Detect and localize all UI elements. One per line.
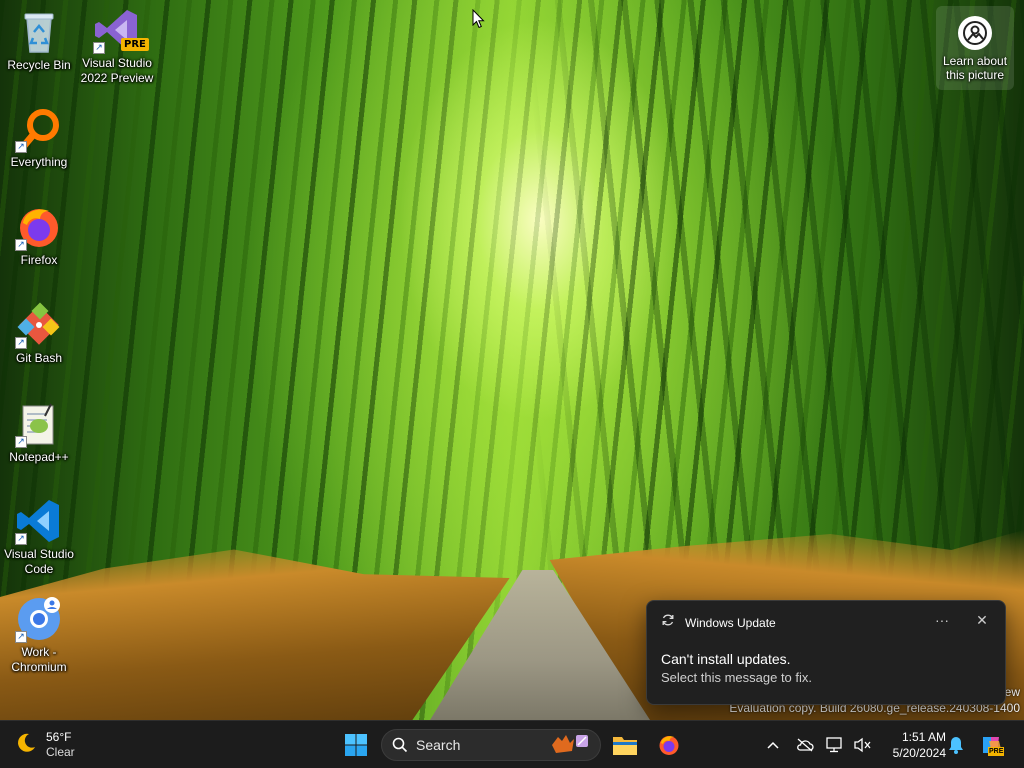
desktop-icon-notepad-plus-plus[interactable]: ↗ Notepad++ xyxy=(1,400,77,465)
clock-time: 1:51 AM xyxy=(901,730,946,744)
learn-about-this-picture[interactable]: Learn about this picture xyxy=(936,6,1014,90)
firefox-icon: ↗ xyxy=(15,203,63,251)
notifications-button[interactable] xyxy=(943,731,969,759)
cloud-offline-icon xyxy=(797,738,814,752)
shortcut-arrow-icon: ↗ xyxy=(93,42,105,54)
desktop-icon-recycle-bin[interactable]: Recycle Bin xyxy=(1,8,77,73)
copilot-preview-badge: PRE xyxy=(988,747,1005,756)
chromium-profile-icon: ↗ xyxy=(15,595,63,643)
bell-icon xyxy=(949,737,963,754)
preview-badge: PRE xyxy=(121,38,149,51)
speaker-muted-icon xyxy=(854,737,871,753)
start-button[interactable] xyxy=(336,725,376,765)
desktop-icon-git-bash[interactable]: ↗ Git Bash xyxy=(1,301,77,366)
folder-icon xyxy=(613,737,637,755)
shortcut-arrow-icon: ↗ xyxy=(15,141,27,153)
search-highlight-icon xyxy=(548,731,592,760)
copilot-button[interactable]: PRE xyxy=(976,731,1008,759)
notepad-plus-plus-icon: ↗ xyxy=(15,400,63,448)
close-notification-button[interactable]: ✕ xyxy=(971,609,993,631)
moon-icon xyxy=(14,731,38,760)
notification-title: Can't install updates. xyxy=(661,651,791,667)
git-bash-icon: ↗ xyxy=(15,301,63,349)
notification-body: Select this message to fix. xyxy=(661,670,813,685)
desktop-icon-everything[interactable]: ↗ Everything xyxy=(1,105,77,170)
firefox-taskbar-button[interactable] xyxy=(649,725,689,765)
windows-logo-icon xyxy=(345,734,367,756)
taskbar: 56°F Clear Search 1:51 AM 5/20/2024 PRE xyxy=(0,720,1024,768)
shortcut-arrow-icon: ↗ xyxy=(15,337,27,349)
taskbar-search-box[interactable]: Search xyxy=(381,729,601,761)
visual-studio-preview-icon: PRE ↗ xyxy=(93,6,149,54)
onedrive-button[interactable] xyxy=(792,731,818,759)
vscode-icon: ↗ xyxy=(15,497,63,545)
clock-date: 5/20/2024 xyxy=(892,746,946,760)
volume-button[interactable] xyxy=(850,731,876,759)
weather-widget[interactable]: 56°F Clear xyxy=(14,727,75,763)
network-ethernet-icon xyxy=(826,737,842,753)
desktop-icon-visual-studio-2022-preview[interactable]: PRE ↗ Visual Studio 2022 Preview xyxy=(79,6,155,86)
camera-icon xyxy=(958,16,992,50)
search-placeholder: Search xyxy=(416,737,461,753)
recycle-bin-icon xyxy=(15,8,63,56)
everything-search-icon: ↗ xyxy=(15,105,63,153)
chevron-up-icon xyxy=(767,741,779,749)
notification-app-name: Windows Update xyxy=(685,615,776,630)
desktop-icon-work-chromium[interactable]: ↗ Work - Chromium xyxy=(1,595,77,675)
firefox-icon xyxy=(659,736,679,755)
search-icon xyxy=(392,737,408,753)
weather-temperature: 56°F xyxy=(46,730,72,744)
windows-update-notification[interactable]: Windows Update ··· ✕ Can't install updat… xyxy=(646,600,1006,705)
mouse-cursor-icon xyxy=(472,9,485,29)
show-hidden-icons-button[interactable] xyxy=(760,731,786,759)
shortcut-arrow-icon: ↗ xyxy=(15,533,27,545)
evaluation-watermark-line1: ew xyxy=(1004,685,1020,699)
desktop-icon-visual-studio-code[interactable]: ↗ Visual Studio Code xyxy=(1,497,77,577)
desktop-icon-firefox[interactable]: ↗ Firefox xyxy=(1,203,77,268)
shortcut-arrow-icon: ↗ xyxy=(15,436,27,448)
weather-condition: Clear xyxy=(46,745,75,759)
sync-icon xyxy=(661,613,675,632)
network-button[interactable] xyxy=(822,731,848,759)
shortcut-arrow-icon: ↗ xyxy=(15,631,27,643)
file-explorer-button[interactable] xyxy=(605,725,645,765)
system-clock[interactable]: 1:51 AM 5/20/2024 xyxy=(880,729,946,761)
more-options-button[interactable]: ··· xyxy=(931,609,953,631)
shortcut-arrow-icon: ↗ xyxy=(15,239,27,251)
